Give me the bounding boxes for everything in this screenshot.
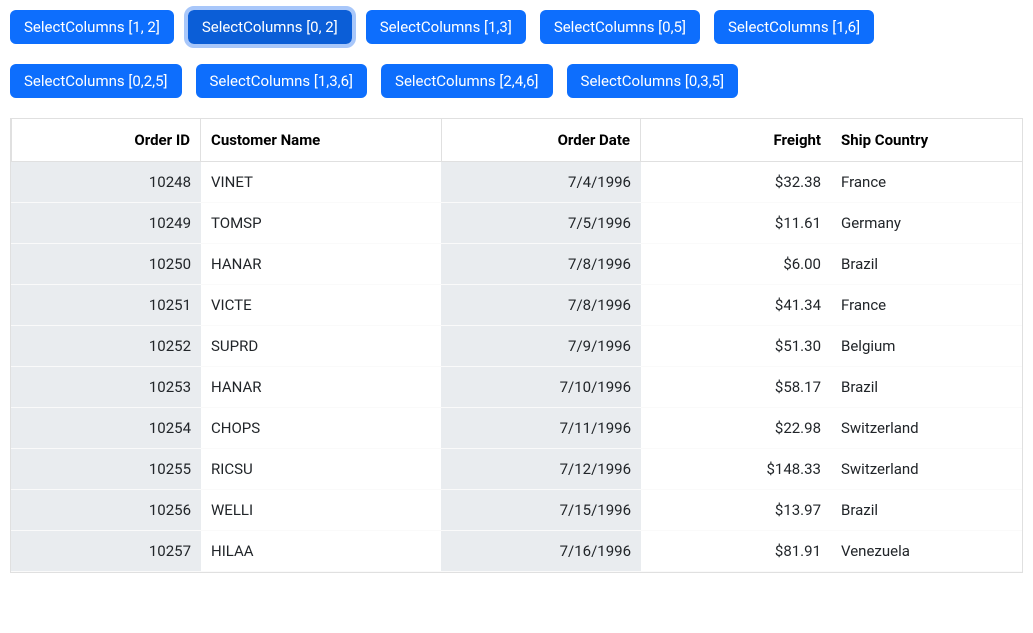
- cell-date: 7/15/1996: [441, 490, 641, 530]
- cell-date: 7/8/1996: [441, 244, 641, 284]
- column-header-orderid[interactable]: Order ID: [11, 119, 201, 161]
- cell-country: Switzerland: [831, 449, 1011, 489]
- table-row[interactable]: 10251VICTE7/8/1996$41.34France: [11, 285, 1022, 326]
- cell-customer: RICSU: [201, 449, 441, 489]
- column-header-freight[interactable]: Freight: [641, 119, 831, 161]
- column-header-customer[interactable]: Customer Name: [201, 119, 441, 161]
- cell-date: 7/4/1996: [441, 162, 641, 202]
- select-columns-button[interactable]: SelectColumns [1,3,6]: [196, 64, 368, 98]
- cell-customer: WELLI: [201, 490, 441, 530]
- grid-body[interactable]: 10248VINET7/4/1996$32.38France10249TOMSP…: [11, 162, 1022, 572]
- cell-country: France: [831, 162, 1011, 202]
- cell-customer: HILAA: [201, 531, 441, 571]
- cell-freight: $6.00: [641, 244, 831, 284]
- cell-orderid: 10250: [11, 244, 201, 284]
- cell-country: France: [831, 285, 1011, 325]
- cell-freight: $81.91: [641, 531, 831, 571]
- cell-orderid: 10255: [11, 449, 201, 489]
- cell-freight: $58.17: [641, 367, 831, 407]
- column-header-country[interactable]: Ship Country: [831, 119, 1011, 161]
- cell-orderid: 10248: [11, 162, 201, 202]
- cell-customer: HANAR: [201, 367, 441, 407]
- cell-customer: TOMSP: [201, 203, 441, 243]
- cell-country: Germany: [831, 203, 1011, 243]
- cell-country: Brazil: [831, 244, 1011, 284]
- select-columns-button[interactable]: SelectColumns [0,3,5]: [567, 64, 739, 98]
- cell-orderid: 10257: [11, 531, 201, 571]
- cell-freight: $51.30: [641, 326, 831, 366]
- column-header-date[interactable]: Order Date: [441, 119, 641, 161]
- table-row[interactable]: 10253HANAR7/10/1996$58.17Brazil: [11, 367, 1022, 408]
- cell-freight: $22.98: [641, 408, 831, 448]
- cell-date: 7/8/1996: [441, 285, 641, 325]
- cell-date: 7/9/1996: [441, 326, 641, 366]
- cell-orderid: 10253: [11, 367, 201, 407]
- select-columns-button[interactable]: SelectColumns [2,4,6]: [381, 64, 553, 98]
- cell-customer: VICTE: [201, 285, 441, 325]
- cell-freight: $41.34: [641, 285, 831, 325]
- cell-date: 7/10/1996: [441, 367, 641, 407]
- button-row-1: SelectColumns [1, 2] SelectColumns [0, 2]…: [10, 10, 1023, 44]
- cell-date: 7/11/1996: [441, 408, 641, 448]
- table-row[interactable]: 10257HILAA7/16/1996$81.91Venezuela: [11, 531, 1022, 572]
- cell-orderid: 10249: [11, 203, 201, 243]
- table-row[interactable]: 10249TOMSP7/5/1996$11.61Germany: [11, 203, 1022, 244]
- select-columns-button[interactable]: SelectColumns [1,3]: [366, 10, 526, 44]
- select-columns-button[interactable]: SelectColumns [1, 2]: [10, 10, 174, 44]
- cell-customer: VINET: [201, 162, 441, 202]
- select-columns-button[interactable]: SelectColumns [0, 2]: [188, 10, 352, 44]
- data-grid: Order ID Customer Name Order Date Freigh…: [10, 118, 1023, 573]
- table-row[interactable]: 10255RICSU7/12/1996$148.33Switzerland: [11, 449, 1022, 490]
- button-row-2: SelectColumns [0,2,5] SelectColumns [1,3,…: [10, 64, 1023, 98]
- cell-country: Switzerland: [831, 408, 1011, 448]
- table-row[interactable]: 10252SUPRD7/9/1996$51.30Belgium: [11, 326, 1022, 367]
- cell-freight: $13.97: [641, 490, 831, 530]
- grid-header: Order ID Customer Name Order Date Freigh…: [11, 119, 1022, 162]
- select-columns-button[interactable]: SelectColumns [0,5]: [540, 10, 700, 44]
- cell-freight: $11.61: [641, 203, 831, 243]
- cell-orderid: 10252: [11, 326, 201, 366]
- cell-country: Venezuela: [831, 531, 1011, 571]
- cell-date: 7/5/1996: [441, 203, 641, 243]
- table-row[interactable]: 10248VINET7/4/1996$32.38France: [11, 162, 1022, 203]
- cell-customer: HANAR: [201, 244, 441, 284]
- select-columns-button[interactable]: SelectColumns [0,2,5]: [10, 64, 182, 98]
- cell-orderid: 10256: [11, 490, 201, 530]
- cell-date: 7/12/1996: [441, 449, 641, 489]
- cell-customer: SUPRD: [201, 326, 441, 366]
- cell-freight: $148.33: [641, 449, 831, 489]
- table-row[interactable]: 10250HANAR7/8/1996$6.00Brazil: [11, 244, 1022, 285]
- cell-country: Brazil: [831, 367, 1011, 407]
- table-row[interactable]: 10254CHOPS7/11/1996$22.98Switzerland: [11, 408, 1022, 449]
- select-columns-button[interactable]: SelectColumns [1,6]: [714, 10, 874, 44]
- cell-freight: $32.38: [641, 162, 831, 202]
- cell-orderid: 10254: [11, 408, 201, 448]
- cell-country: Brazil: [831, 490, 1011, 530]
- cell-orderid: 10251: [11, 285, 201, 325]
- table-row[interactable]: 10256WELLI7/15/1996$13.97Brazil: [11, 490, 1022, 531]
- cell-country: Belgium: [831, 326, 1011, 366]
- cell-date: 7/16/1996: [441, 531, 641, 571]
- cell-customer: CHOPS: [201, 408, 441, 448]
